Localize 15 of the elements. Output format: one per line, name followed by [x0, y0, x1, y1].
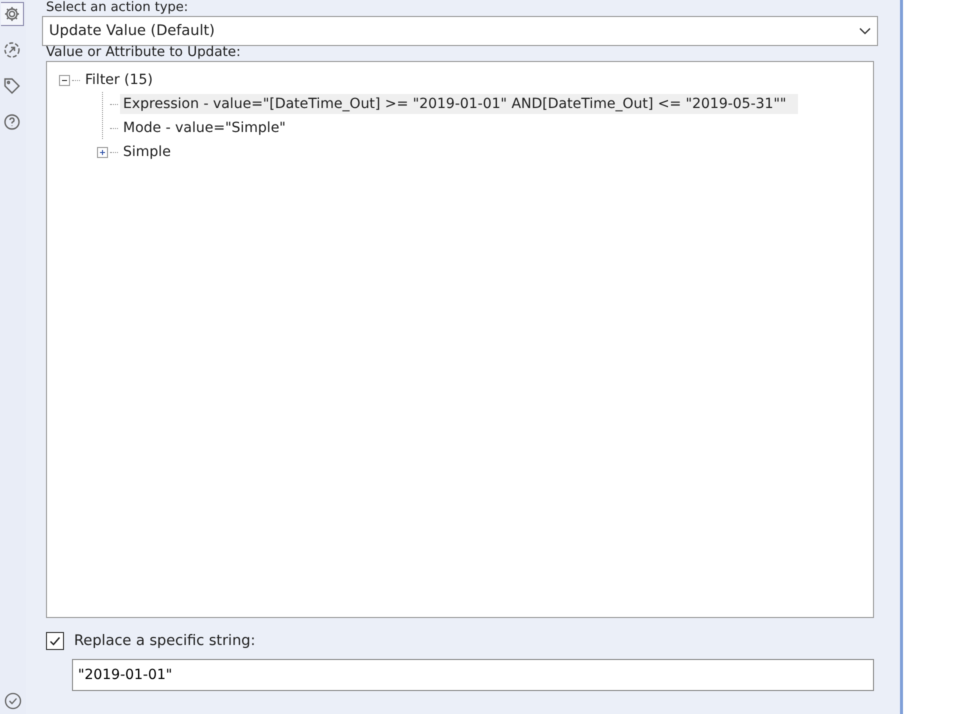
tree-label: Value or Attribute to Update: [45, 46, 242, 58]
tree-item[interactable]: Filter (15) [82, 70, 156, 90]
replace-checkbox[interactable] [46, 632, 64, 650]
expand-toggle[interactable] [97, 146, 108, 158]
settings-icon[interactable] [0, 2, 24, 26]
tree-item[interactable]: Expression - value="[DateTime_Out] >= "2019-01-01" AND[DateTime_Out] <= "2019-05-31"" [120, 94, 798, 114]
chevron-down-icon [859, 27, 871, 35]
action-type-dropdown[interactable]: Update Value (Default) [42, 16, 878, 46]
check-circle-icon [4, 692, 22, 710]
replace-label: Replace a specific string: [74, 633, 256, 649]
replace-string-field[interactable]: "2019-01-01" [72, 659, 874, 691]
tree-item[interactable]: Simple [120, 142, 174, 162]
action-type-label: Select an action type: [45, 0, 190, 16]
collapse-toggle[interactable] [59, 74, 70, 86]
tree-item[interactable]: Mode - value="Simple" [120, 118, 289, 138]
